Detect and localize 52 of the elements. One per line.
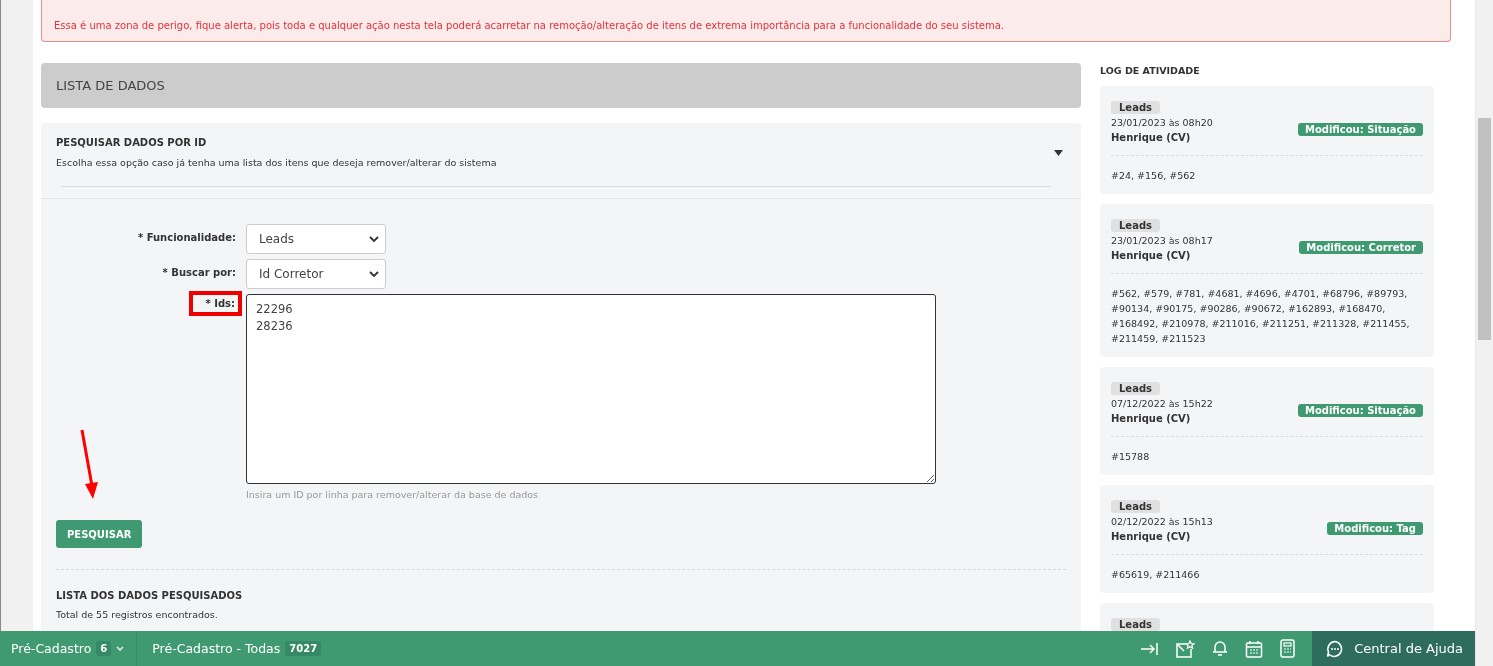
log-user: Henrique (CV) (1111, 250, 1192, 261)
module-tag: Leads (1111, 618, 1160, 631)
scrollbar-thumb[interactable] (1478, 118, 1491, 340)
log-user: Henrique (CV) (1111, 132, 1192, 143)
dropdown[interactable]: Id Corretor (246, 259, 386, 289)
dropdown[interactable]: Leads (246, 224, 386, 254)
alert-text: Essa é uma zona de perigo, fique alerta, pois toda e qualquer ação nesta tela poderá acarretar na remoção/alteração de itens de extrema importância para a funcionalidade do seu sistema. (54, 20, 1005, 31)
annotation-arrow (79, 428, 99, 500)
log-datetime: 23/01/2023 às 08h17 (1111, 235, 1213, 246)
results-title: LISTA DOS DADOS PESQUISADOS (56, 590, 244, 601)
caret-icon[interactable] (1054, 149, 1063, 156)
module-tag: Leads (1111, 101, 1160, 114)
log-ids: #65619, #211466 (1111, 568, 1201, 582)
panel-description: Escolha essa opção caso já tenha uma lista dos itens que deseja remover/alterar do sistema (56, 157, 497, 168)
log-datetime: 07/12/2022 às 15h22 (1111, 398, 1213, 409)
action-badge: Modificou: Situação (1297, 122, 1423, 136)
chevron-icon (369, 270, 379, 278)
module-tag: Leads (1111, 500, 1160, 513)
field-label: * Buscar por: (161, 266, 237, 279)
message-star-icon[interactable] (1175, 639, 1196, 658)
queue-tab[interactable]: Pré-Cadastro 6 (0, 631, 138, 666)
section-title: LISTA DE DADOS (56, 78, 165, 93)
action-badge: Modificou: Corretor (1299, 240, 1423, 254)
log-ids: #562, #579, #781, #4681, #4696, #4701, #68796, #89793, #90134, #90175, #90286, #90672, #162893, #168470, #168492, #210978, #211016, #211251, #211328, #211455, #211459, #211523 (1111, 287, 1411, 346)
field-hint: Insira um ID por linha para remover/alterar da base de dados (246, 489, 540, 500)
log-ids: #24, #156, #562 (1111, 169, 1197, 183)
module-tag: Leads (1111, 382, 1160, 395)
calendar-icon[interactable] (1245, 639, 1264, 658)
collapse-icon[interactable] (1140, 641, 1159, 656)
log-user: Henrique (CV) (1111, 531, 1192, 542)
chat-icon (1326, 639, 1345, 658)
help-button[interactable]: Central de Ajuda (1312, 631, 1475, 666)
calculator-icon[interactable] (1280, 639, 1296, 658)
search-button[interactable]: PESQUISAR (56, 520, 143, 548)
panel-title: PESQUISAR DADOS POR ID (56, 137, 208, 148)
log-datetime: 23/01/2023 às 08h20 (1111, 117, 1213, 128)
log-datetime: 02/12/2022 às 15h13 (1111, 516, 1213, 527)
count-badge: 7027 (285, 641, 322, 656)
scrollbar[interactable] (1475, 0, 1493, 666)
chevron-icon (369, 235, 379, 243)
action-badge: Modificou: Tag (1327, 521, 1423, 535)
log-title: LOG DE ATIVIDADE (1100, 65, 1201, 76)
count-badge: 6 (96, 641, 112, 656)
results-summary: Total de 55 registros encontrados. (56, 609, 219, 620)
action-badge: Modificou: Situação (1297, 403, 1423, 417)
ids-field[interactable]: 22296 28236 (246, 294, 936, 484)
log-user: Henrique (CV) (1111, 413, 1192, 424)
log-ids: #15788 (1111, 450, 1151, 464)
bell-icon[interactable] (1212, 640, 1229, 657)
module-tag: Leads (1111, 219, 1160, 232)
field-label: * Funcionalidade: (136, 231, 237, 244)
queue-tab[interactable]: Pré-Cadastro - Todas 7027 (137, 631, 334, 666)
